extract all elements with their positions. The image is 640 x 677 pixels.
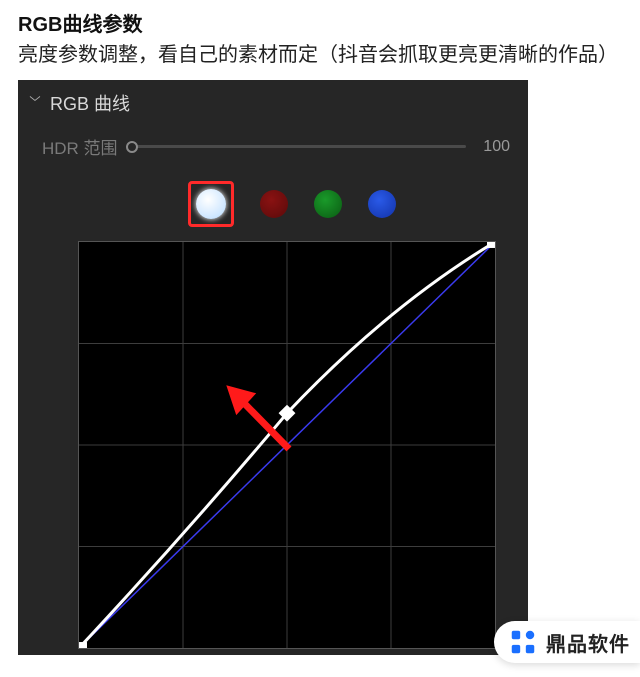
hdr-slider[interactable]: [132, 145, 466, 148]
page-subtitle: 亮度参数调整，看自己的素材而定（抖音会抓取更亮更清晰的作品）: [18, 41, 622, 70]
rgb-curve-panel: ﹀ RGB 曲线 HDR 范围 100: [18, 80, 528, 655]
curve-editor[interactable]: [78, 241, 496, 649]
watermark-badge: 鼎品软件: [494, 621, 640, 663]
panel-section-label: RGB 曲线: [50, 90, 130, 116]
panel-header[interactable]: ﹀ RGB 曲线: [18, 80, 528, 118]
watermark-logo-icon: [508, 627, 538, 657]
hdr-label: HDR 范围: [42, 134, 118, 159]
hdr-range-row: HDR 范围 100: [18, 118, 528, 167]
watermark-text: 鼎品软件: [546, 628, 630, 657]
arrow-annotation-icon: [226, 385, 289, 449]
page-title: RGB曲线参数: [18, 8, 622, 37]
chevron-down-icon: ﹀: [29, 93, 40, 113]
channel-selector-row: [18, 167, 528, 237]
blue-channel-button[interactable]: [368, 190, 396, 218]
curve-start-handle[interactable]: [79, 642, 87, 648]
curve-grid: [79, 242, 495, 648]
hdr-slider-thumb[interactable]: [126, 141, 138, 153]
curve-end-handle[interactable]: [487, 242, 495, 248]
white-channel-button[interactable]: [196, 189, 226, 219]
red-channel-button[interactable]: [260, 190, 288, 218]
green-channel-button[interactable]: [314, 190, 342, 218]
hdr-value: 100: [480, 138, 510, 156]
selected-channel-highlight: [188, 181, 234, 227]
